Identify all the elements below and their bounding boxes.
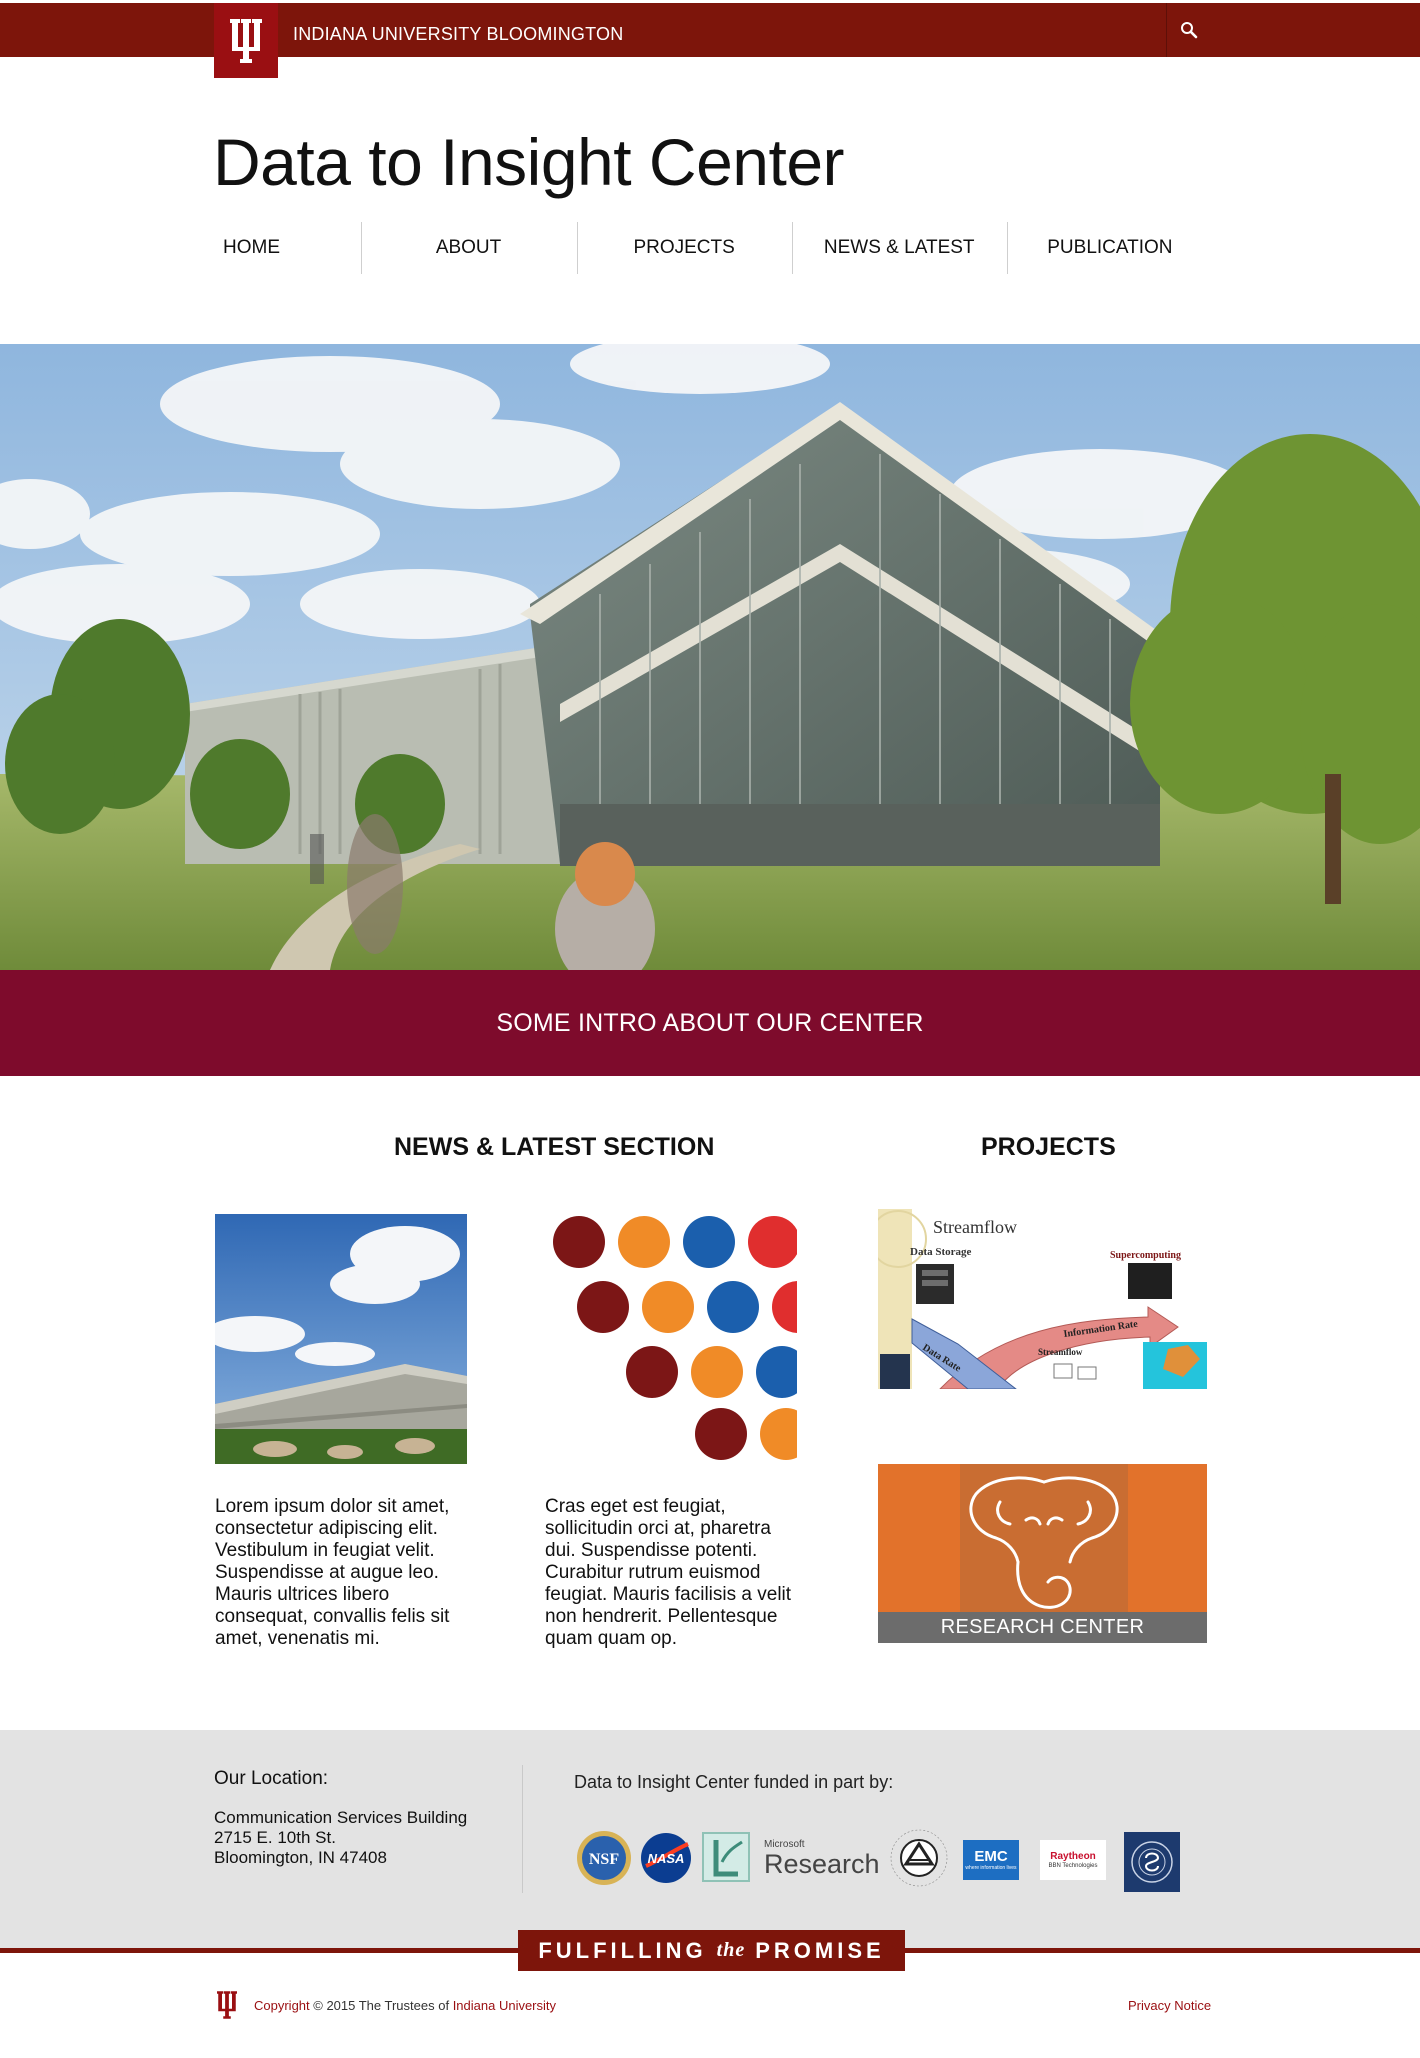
news-1-line: amet, venenatis mi. — [215, 1628, 380, 1649]
project-research-center[interactable]: RESEARCH CENTER — [878, 1464, 1207, 1643]
building-rendering — [0, 344, 1420, 970]
nav-home-label: HOME — [223, 237, 280, 258]
news-image-dots[interactable] — [545, 1212, 797, 1462]
indiana-university-link[interactable]: Indiana University — [453, 1998, 556, 2013]
microsoft-research-logo[interactable]: Microsoft Research — [764, 1836, 880, 1880]
nav-news-latest[interactable]: NEWS & LATEST — [791, 222, 1007, 274]
fulfilling-the-promise-banner[interactable]: FULFILLING the PROMISE — [518, 1930, 905, 1971]
microsoft-small-text: Microsoft — [764, 1838, 805, 1850]
news-2-line: feugiat. Mauris facilisis a velit — [545, 1584, 792, 1605]
raytheon-logo[interactable]: Raytheon BBN Technologies — [1040, 1840, 1106, 1880]
nsf-text: NSF — [589, 1851, 619, 1868]
projects-heading[interactable]: PROJECTS — [981, 1133, 1116, 1162]
nav-publication-label: PUBLICATION — [1047, 237, 1173, 258]
nasa-icon: NASA — [641, 1833, 691, 1883]
iu-trident-icon — [230, 18, 262, 63]
news-1-line: Lorem ipsum dolor sit amet, — [215, 1496, 450, 1517]
streamflow-small-label: Streamflow — [1038, 1347, 1083, 1357]
funded-text: Data to Insight Center funded in part by… — [574, 1772, 894, 1792]
raytheon-text: Raytheon — [1050, 1851, 1096, 1862]
building-photo — [215, 1214, 467, 1464]
microsoft-research-text: Research — [764, 1848, 880, 1879]
privacy-notice-link[interactable]: Privacy Notice — [1128, 1998, 1211, 2013]
news-text-2: Cras eget est feugiat, sollicitudin orci… — [545, 1496, 795, 1650]
intro-text[interactable]: SOME INTRO ABOUT OUR CENTER — [496, 1009, 923, 1038]
news-1-line: consectetur adipiscing elit. — [215, 1518, 438, 1539]
address-line: 2715 E. 10th St. — [214, 1828, 336, 1847]
search-divider — [1166, 3, 1167, 57]
streamflow-diagram: Streamflow Data Storage Supercomputing I… — [878, 1209, 1207, 1389]
emc-logo[interactable]: EMC where information lives — [963, 1840, 1019, 1880]
news-2-line: sollicitudin orci at, pharetra — [545, 1518, 771, 1539]
promise-right: PROMISE — [755, 1937, 885, 1963]
nav-publication[interactable]: PUBLICATION — [1006, 222, 1213, 274]
news-text-1: Lorem ipsum dolor sit amet, consectetur … — [215, 1496, 465, 1650]
nav-home[interactable]: HOME — [213, 222, 361, 274]
iu-trident-icon — [217, 1991, 237, 2019]
main-nav: HOME ABOUT PROJECTS NEWS & LATEST PUBLIC… — [213, 222, 1213, 274]
footer-divider — [522, 1765, 523, 1893]
news-1-line: Mauris ultrices libero — [215, 1584, 390, 1605]
promise-left: FULFILLING — [538, 1937, 707, 1963]
university-seal-icon — [1124, 1832, 1180, 1892]
location-heading: Our Location: — [214, 1768, 329, 1789]
news-2-line: Curabitur rutrum euismod — [545, 1562, 761, 1583]
nsf-icon: NSF — [577, 1831, 631, 1885]
dots-graphic — [545, 1212, 797, 1462]
lilly-endowment-logo[interactable] — [702, 1832, 750, 1882]
iu-top-bar: INDIANA UNIVERSITY BLOOMINGTON — [0, 3, 1420, 57]
nsf-logo[interactable]: NSF — [576, 1830, 632, 1886]
nasa-text: NASA — [648, 1851, 685, 1866]
raytheon-subtext: BBN Technologies — [1048, 1863, 1098, 1869]
iu-logo[interactable] — [214, 3, 278, 78]
intro-band: SOME INTRO ABOUT OUR CENTER — [0, 970, 1420, 1076]
hero-image — [0, 344, 1420, 970]
research-center-label: RESEARCH CENTER — [878, 1612, 1207, 1643]
emc-text: EMC — [974, 1848, 1008, 1865]
copyright: Copyright © 2015 The Trustees of Indiana… — [254, 1998, 556, 2013]
nasa-logo[interactable]: NASA — [640, 1832, 692, 1884]
streamflow-title: Streamflow — [933, 1217, 1017, 1237]
address-line: Communication Services Building — [214, 1808, 468, 1827]
elephant-icon — [969, 1476, 1119, 1609]
news-heading[interactable]: NEWS & LATEST SECTION — [394, 1133, 714, 1162]
news-1-line: Vestibulum in feugiat velit. — [215, 1540, 435, 1561]
news-1-line: consequat, convallis felis sit — [215, 1606, 450, 1627]
address-line: Bloomington, IN 47408 — [214, 1848, 387, 1867]
news-2-line: Cras eget est feugiat, — [545, 1496, 726, 1517]
copyright-middle: © 2015 The Trustees of — [309, 1998, 453, 2013]
search-button[interactable] — [1172, 13, 1206, 47]
lilly-icon — [702, 1832, 750, 1882]
university-name[interactable]: INDIANA UNIVERSITY BLOOMINGTON — [293, 24, 623, 45]
promise-the: the — [716, 1939, 746, 1961]
site-title[interactable]: Data to Insight Center — [213, 124, 845, 200]
copyright-link[interactable]: Copyright — [254, 1998, 310, 2013]
nav-projects[interactable]: PROJECTS — [576, 222, 792, 274]
footer-iu-logo[interactable] — [214, 1990, 240, 2025]
nih-logo[interactable] — [888, 1826, 950, 1890]
nav-about[interactable]: ABOUT — [360, 222, 577, 274]
emc-subtext: where information lives — [965, 1865, 1017, 1871]
news-2-line: quam quam op. — [545, 1628, 678, 1649]
nav-about-label: ABOUT — [435, 237, 502, 258]
news-1-line: Suspendisse at augue leo. — [215, 1562, 439, 1583]
news-image-building[interactable] — [215, 1214, 467, 1464]
search-icon — [1181, 22, 1198, 39]
news-2-line: dui. Suspendisse potenti. — [545, 1540, 758, 1561]
seal-logo[interactable] — [1124, 1832, 1180, 1892]
project-streamflow[interactable]: Streamflow Data Storage Supercomputing I… — [878, 1209, 1207, 1389]
supercomputing-label: Supercomputing — [1110, 1250, 1181, 1261]
nav-projects-label: PROJECTS — [633, 237, 735, 258]
nih-icon — [890, 1829, 948, 1887]
nav-news-label: NEWS & LATEST — [823, 237, 975, 258]
data-storage-label: Data Storage — [910, 1246, 972, 1258]
news-2-line: non hendrerit. Pellentesque — [545, 1606, 778, 1627]
